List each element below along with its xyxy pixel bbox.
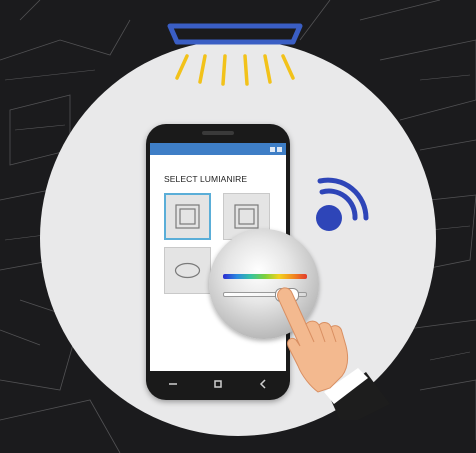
luminaire-option-oval[interactable] bbox=[164, 247, 211, 294]
recent-apps-icon[interactable] bbox=[163, 374, 183, 394]
ceiling-light-icon bbox=[167, 23, 303, 86]
oval-luminaire-icon bbox=[174, 262, 201, 279]
square-luminaire-icon bbox=[175, 204, 200, 229]
luminaire-option-square-selected[interactable] bbox=[164, 193, 211, 240]
home-icon[interactable] bbox=[208, 374, 228, 394]
signal-icon bbox=[270, 146, 275, 152]
battery-icon bbox=[277, 146, 282, 152]
pointing-hand-icon bbox=[277, 287, 390, 420]
color-spectrum-slider[interactable] bbox=[223, 274, 307, 279]
status-icons bbox=[270, 145, 282, 153]
status-bar bbox=[150, 143, 286, 155]
wireless-signal-icon bbox=[316, 177, 369, 231]
phone-speaker bbox=[202, 131, 234, 135]
screen-title: SELECT LUMIANIRE bbox=[164, 174, 248, 184]
